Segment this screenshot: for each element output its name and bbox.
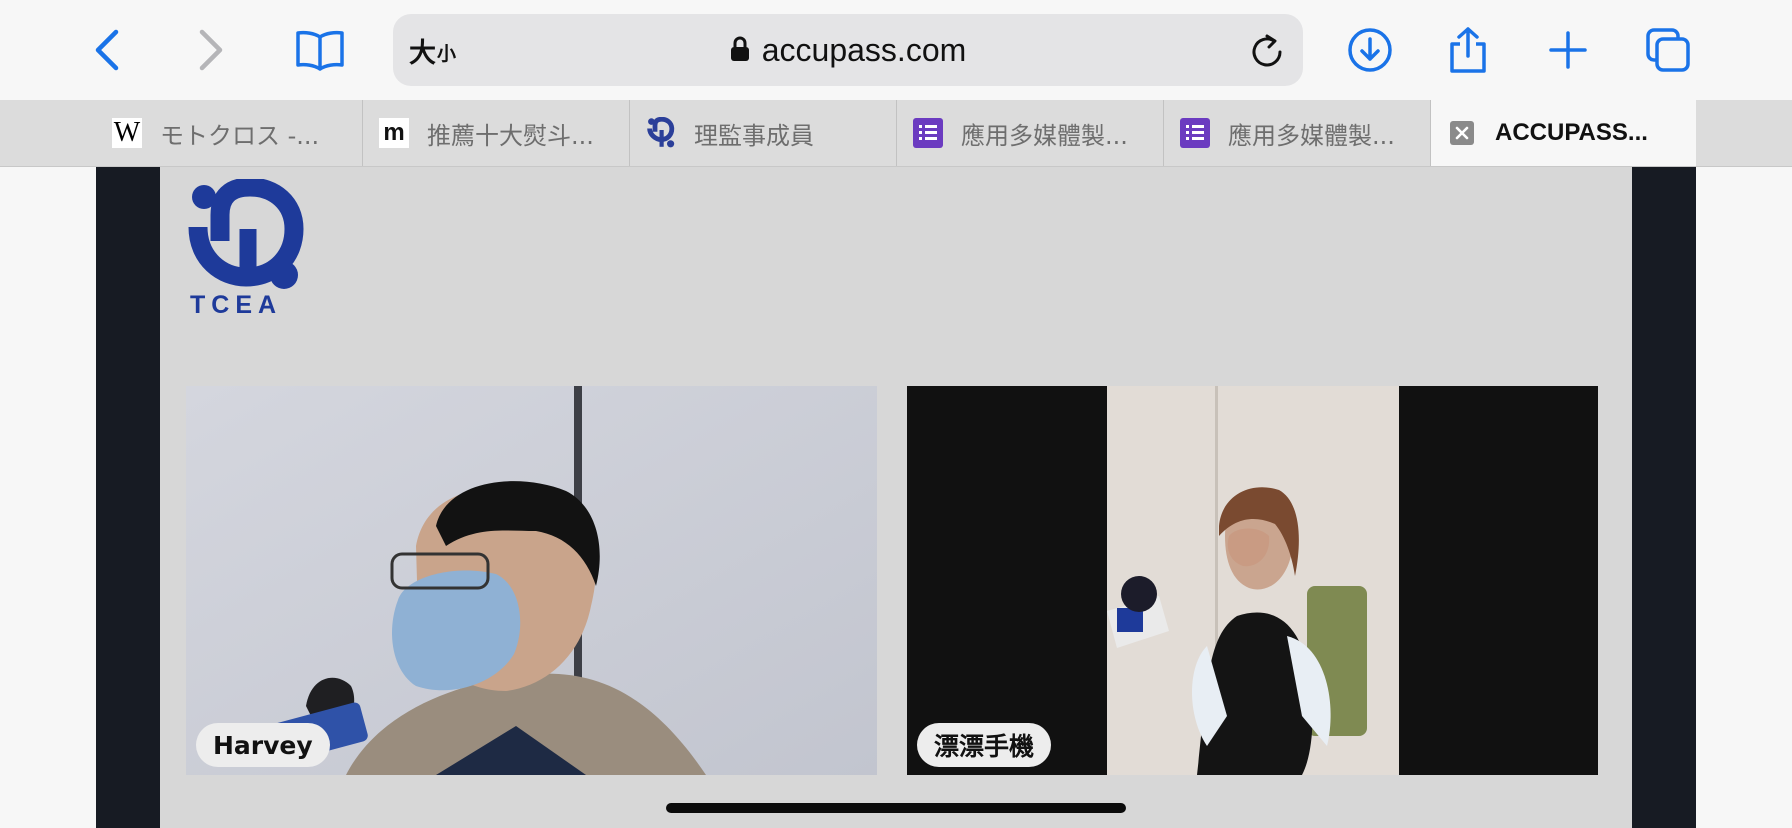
tab-title: 理監事成員 bbox=[694, 121, 814, 150]
tab-title: モトクロス -... bbox=[160, 121, 320, 150]
close-icon bbox=[1450, 121, 1474, 145]
chevron-left-icon bbox=[95, 29, 119, 71]
reload-button[interactable] bbox=[1247, 30, 1287, 70]
back-button[interactable] bbox=[80, 22, 136, 78]
chevron-right-icon bbox=[199, 29, 223, 71]
tab-4[interactable]: 應用多媒體製... bbox=[897, 100, 1164, 166]
plus-icon bbox=[1549, 31, 1587, 69]
participant-video-2[interactable]: 漂漂手機 bbox=[907, 386, 1598, 775]
home-indicator bbox=[666, 803, 1126, 813]
share-icon bbox=[1450, 27, 1486, 73]
address-display[interactable]: accupass.com bbox=[393, 14, 1303, 86]
tab-title: 應用多媒體製... bbox=[961, 121, 1128, 150]
video-stage: TCEA Harvey 漂漂手機 bbox=[160, 167, 1632, 828]
address-bar[interactable]: 大小 accupass.com bbox=[393, 14, 1303, 86]
download-icon bbox=[1348, 28, 1392, 72]
tcea-favicon-icon bbox=[646, 117, 676, 148]
tab-6-active[interactable]: ACCUPASS... bbox=[1431, 100, 1696, 166]
tab-bar: W モトクロス -... m 推薦十大熨斗... 理監事成員 應用多媒體製...… bbox=[0, 100, 1792, 167]
lock-icon bbox=[730, 36, 749, 61]
tab-3[interactable]: 理監事成員 bbox=[630, 100, 897, 166]
web-page: TCEA Harvey 漂漂手機 bbox=[96, 167, 1696, 828]
tab-title: 應用多媒體製... bbox=[1228, 121, 1395, 150]
tab-title: 推薦十大熨斗... bbox=[427, 121, 594, 150]
tabs-icon bbox=[1646, 28, 1690, 72]
book-icon bbox=[296, 30, 344, 71]
tab-title: ACCUPASS... bbox=[1495, 119, 1648, 146]
participant-video-image bbox=[186, 386, 877, 775]
logo-text: TCEA bbox=[190, 291, 283, 319]
participant-name-tag: Harvey bbox=[196, 723, 330, 767]
browser-toolbar: 大小 accupass.com bbox=[0, 0, 1792, 100]
participant-name-tag: 漂漂手機 bbox=[917, 723, 1052, 767]
m-favicon-icon: m bbox=[379, 118, 409, 148]
forward-button[interactable] bbox=[182, 22, 238, 78]
tab-1[interactable]: W モトクロス -... bbox=[96, 100, 363, 166]
share-button[interactable] bbox=[1440, 22, 1496, 78]
close-tab-button[interactable] bbox=[1447, 118, 1477, 148]
tabs-overview-button[interactable] bbox=[1640, 22, 1696, 78]
downloads-button[interactable] bbox=[1342, 22, 1398, 78]
reload-icon bbox=[1252, 34, 1282, 67]
forms-favicon-icon bbox=[913, 118, 943, 148]
wikipedia-favicon-icon: W bbox=[112, 117, 142, 148]
tab-2[interactable]: m 推薦十大熨斗... bbox=[363, 100, 630, 166]
tab-5[interactable]: 應用多媒體製... bbox=[1164, 100, 1431, 166]
participant-video-1[interactable]: Harvey bbox=[186, 386, 877, 775]
address-host: accupass.com bbox=[761, 31, 967, 68]
new-tab-button[interactable] bbox=[1540, 22, 1596, 78]
participant-video-image bbox=[907, 386, 1598, 775]
bookmarks-button[interactable] bbox=[292, 22, 348, 78]
forms-favicon-icon bbox=[1180, 118, 1210, 148]
